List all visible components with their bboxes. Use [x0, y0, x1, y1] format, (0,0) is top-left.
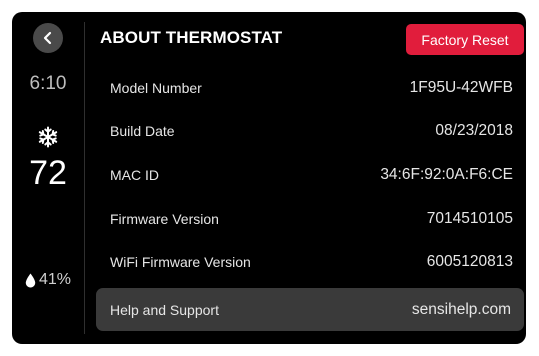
info-value: 6005120813 [426, 253, 513, 271]
info-list: Model Number 1F95U-42WFB Build Date 08/2… [96, 66, 526, 284]
info-label: Firmware Version [110, 210, 219, 227]
sidebar-divider [84, 22, 85, 334]
support-label: Help and Support [110, 301, 219, 318]
info-label: MAC ID [110, 166, 159, 183]
info-value: 08/23/2018 [435, 122, 513, 140]
info-row-build-date: Build Date 08/23/2018 [96, 110, 526, 154]
support-link: sensihelp.com [411, 300, 511, 318]
humidity-indicator: 41% [12, 271, 84, 289]
thermostat-screen: 6:10 72 41% ABOUT THERMOSTAT Factory Res… [12, 12, 526, 344]
time-display: 6:10 [29, 73, 67, 94]
info-value: 7014510105 [426, 209, 513, 227]
factory-reset-button[interactable]: Factory Reset [406, 24, 524, 55]
info-row-model-number: Model Number 1F95U-42WFB [96, 66, 526, 110]
info-row-wifi-firmware-version: WiFi Firmware Version 6005120813 [96, 240, 526, 284]
water-drop-icon [25, 273, 36, 287]
info-row-firmware-version: Firmware Version 7014510105 [96, 197, 526, 241]
page-title: ABOUT THERMOSTAT [100, 28, 283, 47]
info-value: 1F95U-42WFB [409, 78, 513, 96]
info-label: WiFi Firmware Version [110, 254, 251, 271]
status-sidebar: 6:10 72 41% [12, 12, 84, 344]
info-row-mac-id: MAC ID 34:6F:92:0A:F6:CE [96, 153, 526, 197]
snowflake-icon [38, 126, 58, 148]
chevron-left-icon [43, 31, 52, 45]
info-label: Model Number [110, 79, 202, 96]
help-and-support-button[interactable]: Help and Support sensihelp.com [96, 288, 524, 331]
back-button[interactable] [33, 23, 63, 53]
info-label: Build Date [110, 123, 175, 140]
info-value: 34:6F:92:0A:F6:CE [380, 165, 513, 183]
humidity-value: 41% [38, 271, 72, 288]
temperature-display: 72 [29, 154, 67, 192]
